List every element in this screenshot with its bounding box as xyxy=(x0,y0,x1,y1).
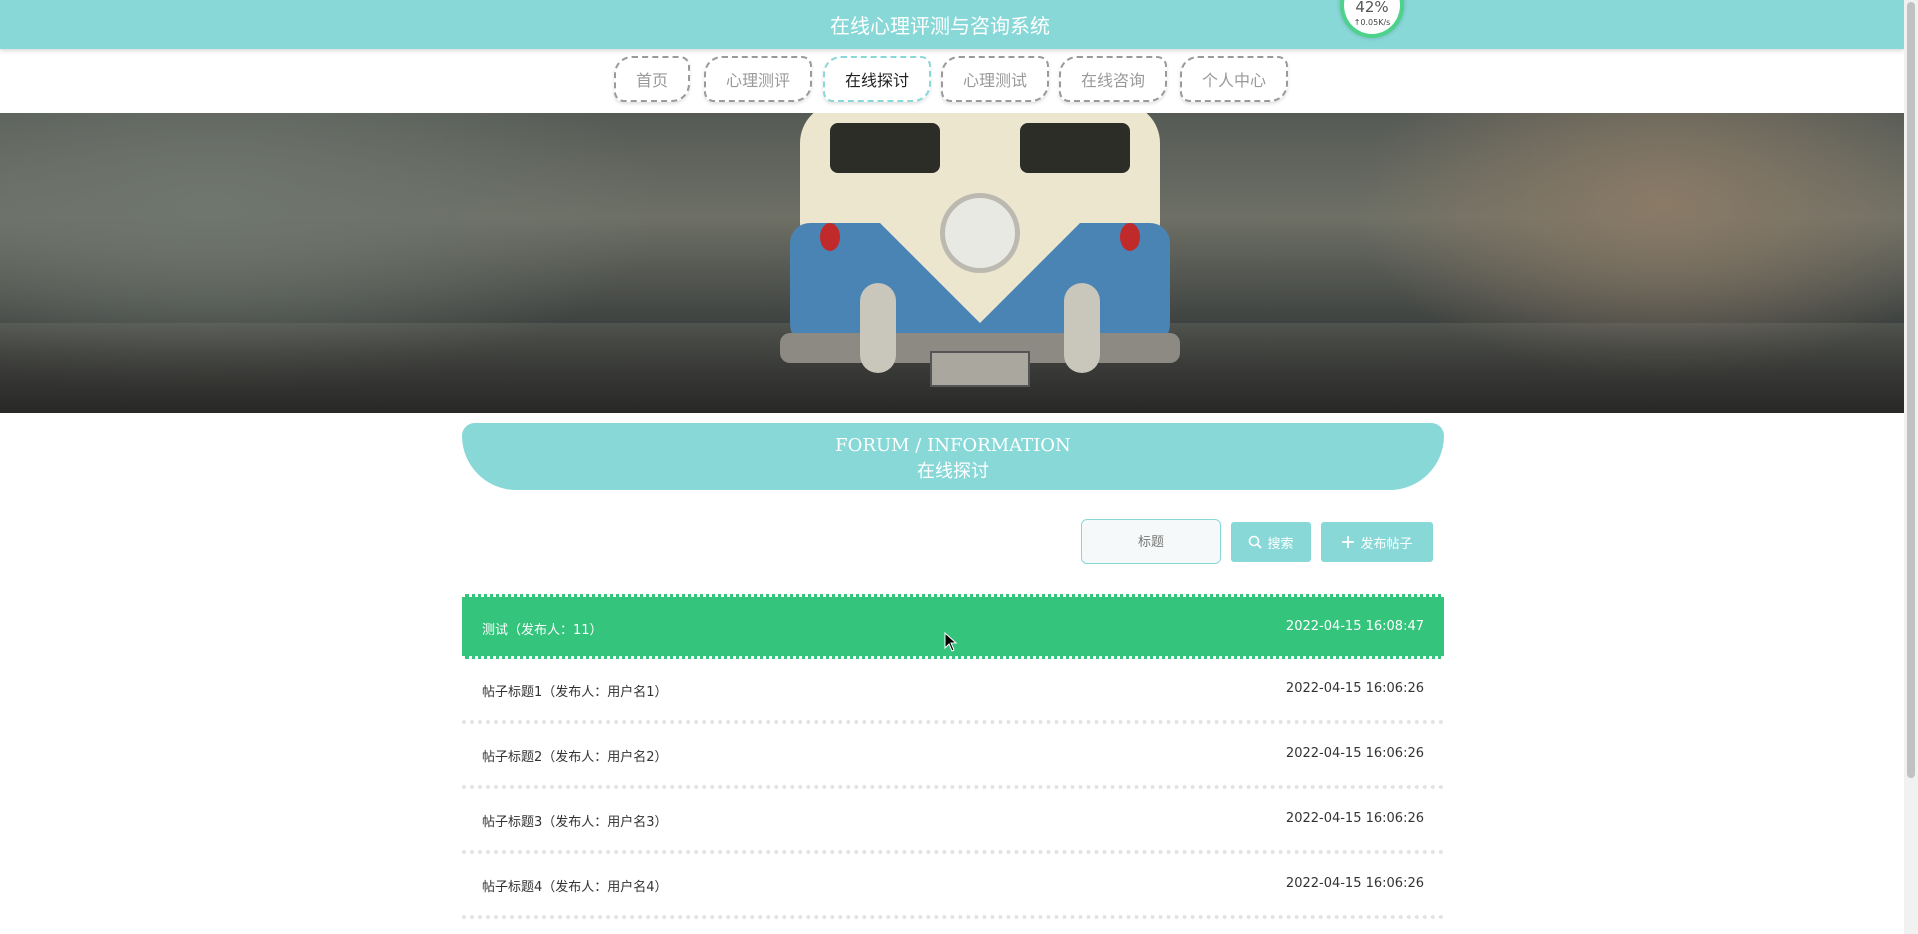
post-date: 2022-04-15 16:06:26 xyxy=(1285,811,1424,826)
post-title: 帖子标题1（发布人：用户名1） xyxy=(482,685,668,700)
post-title: 帖子标题2（发布人：用户名2） xyxy=(482,750,668,765)
post-date: 2022-04-15 16:06:26 xyxy=(1285,746,1424,761)
forum-section-heading: FORUM / INFORMATION 在线探讨 xyxy=(462,423,1444,490)
scrollbar-thumb[interactable] xyxy=(1907,2,1915,778)
forum-post-row[interactable]: 帖子标题2（发布人：用户名2） 2022-04-15 16:06:26 xyxy=(462,724,1444,789)
publish-post-button[interactable]: 发布帖子 xyxy=(1321,522,1433,562)
toy-van-illustration xyxy=(780,113,1180,403)
site-title: 在线心理评测与咨询系统 xyxy=(830,14,1050,38)
forum-post-row[interactable]: 帖子标题4（发布人：用户名4） 2022-04-15 16:06:26 xyxy=(462,854,1444,919)
forum-post-row[interactable]: 帖子标题3（发布人：用户名3） 2022-04-15 16:06:26 xyxy=(462,789,1444,854)
forum-post-row[interactable]: 帖子标题1（发布人：用户名1） 2022-04-15 16:06:26 xyxy=(462,659,1444,724)
site-header: 在线心理评测与咨询系统 42% ↑0.05K/s xyxy=(0,0,1904,49)
post-date: 2022-04-15 16:06:26 xyxy=(1285,681,1424,696)
main-nav: 首页 心理测评 在线探讨 心理测试 在线咨询 个人中心 xyxy=(0,56,1904,102)
search-button[interactable]: 搜索 xyxy=(1231,522,1311,562)
section-title-cn: 在线探讨 xyxy=(917,461,989,482)
post-title: 测试（发布人：11） xyxy=(482,623,603,638)
publish-post-label: 发布帖子 xyxy=(1360,535,1413,551)
post-title: 帖子标题4（发布人：用户名4） xyxy=(482,880,668,895)
nav-item-home[interactable]: 首页 xyxy=(614,56,690,102)
search-icon xyxy=(1248,535,1263,549)
page-scrollbar[interactable] xyxy=(1904,0,1918,934)
plus-icon xyxy=(1341,535,1355,549)
post-title: 帖子标题3（发布人：用户名3） xyxy=(482,815,668,830)
post-date: 2022-04-15 16:06:26 xyxy=(1285,876,1424,891)
nav-item-forum[interactable]: 在线探讨 xyxy=(823,56,931,102)
nav-item-profile[interactable]: 个人中心 xyxy=(1180,56,1288,102)
nav-item-consult[interactable]: 在线咨询 xyxy=(1059,56,1167,102)
nav-item-assessment[interactable]: 心理测评 xyxy=(704,56,812,102)
banner-image xyxy=(0,113,1904,413)
post-date: 2022-04-15 16:08:47 xyxy=(1285,619,1424,634)
nav-item-test[interactable]: 心理测试 xyxy=(941,56,1049,102)
section-title-en: FORUM / INFORMATION xyxy=(835,435,1071,456)
mouse-cursor-icon xyxy=(944,631,958,652)
title-search-input[interactable] xyxy=(1081,519,1221,564)
search-button-label: 搜索 xyxy=(1267,535,1294,551)
speed-percent: 42% xyxy=(1355,0,1389,16)
speed-rate: ↑0.05K/s xyxy=(1353,18,1391,27)
